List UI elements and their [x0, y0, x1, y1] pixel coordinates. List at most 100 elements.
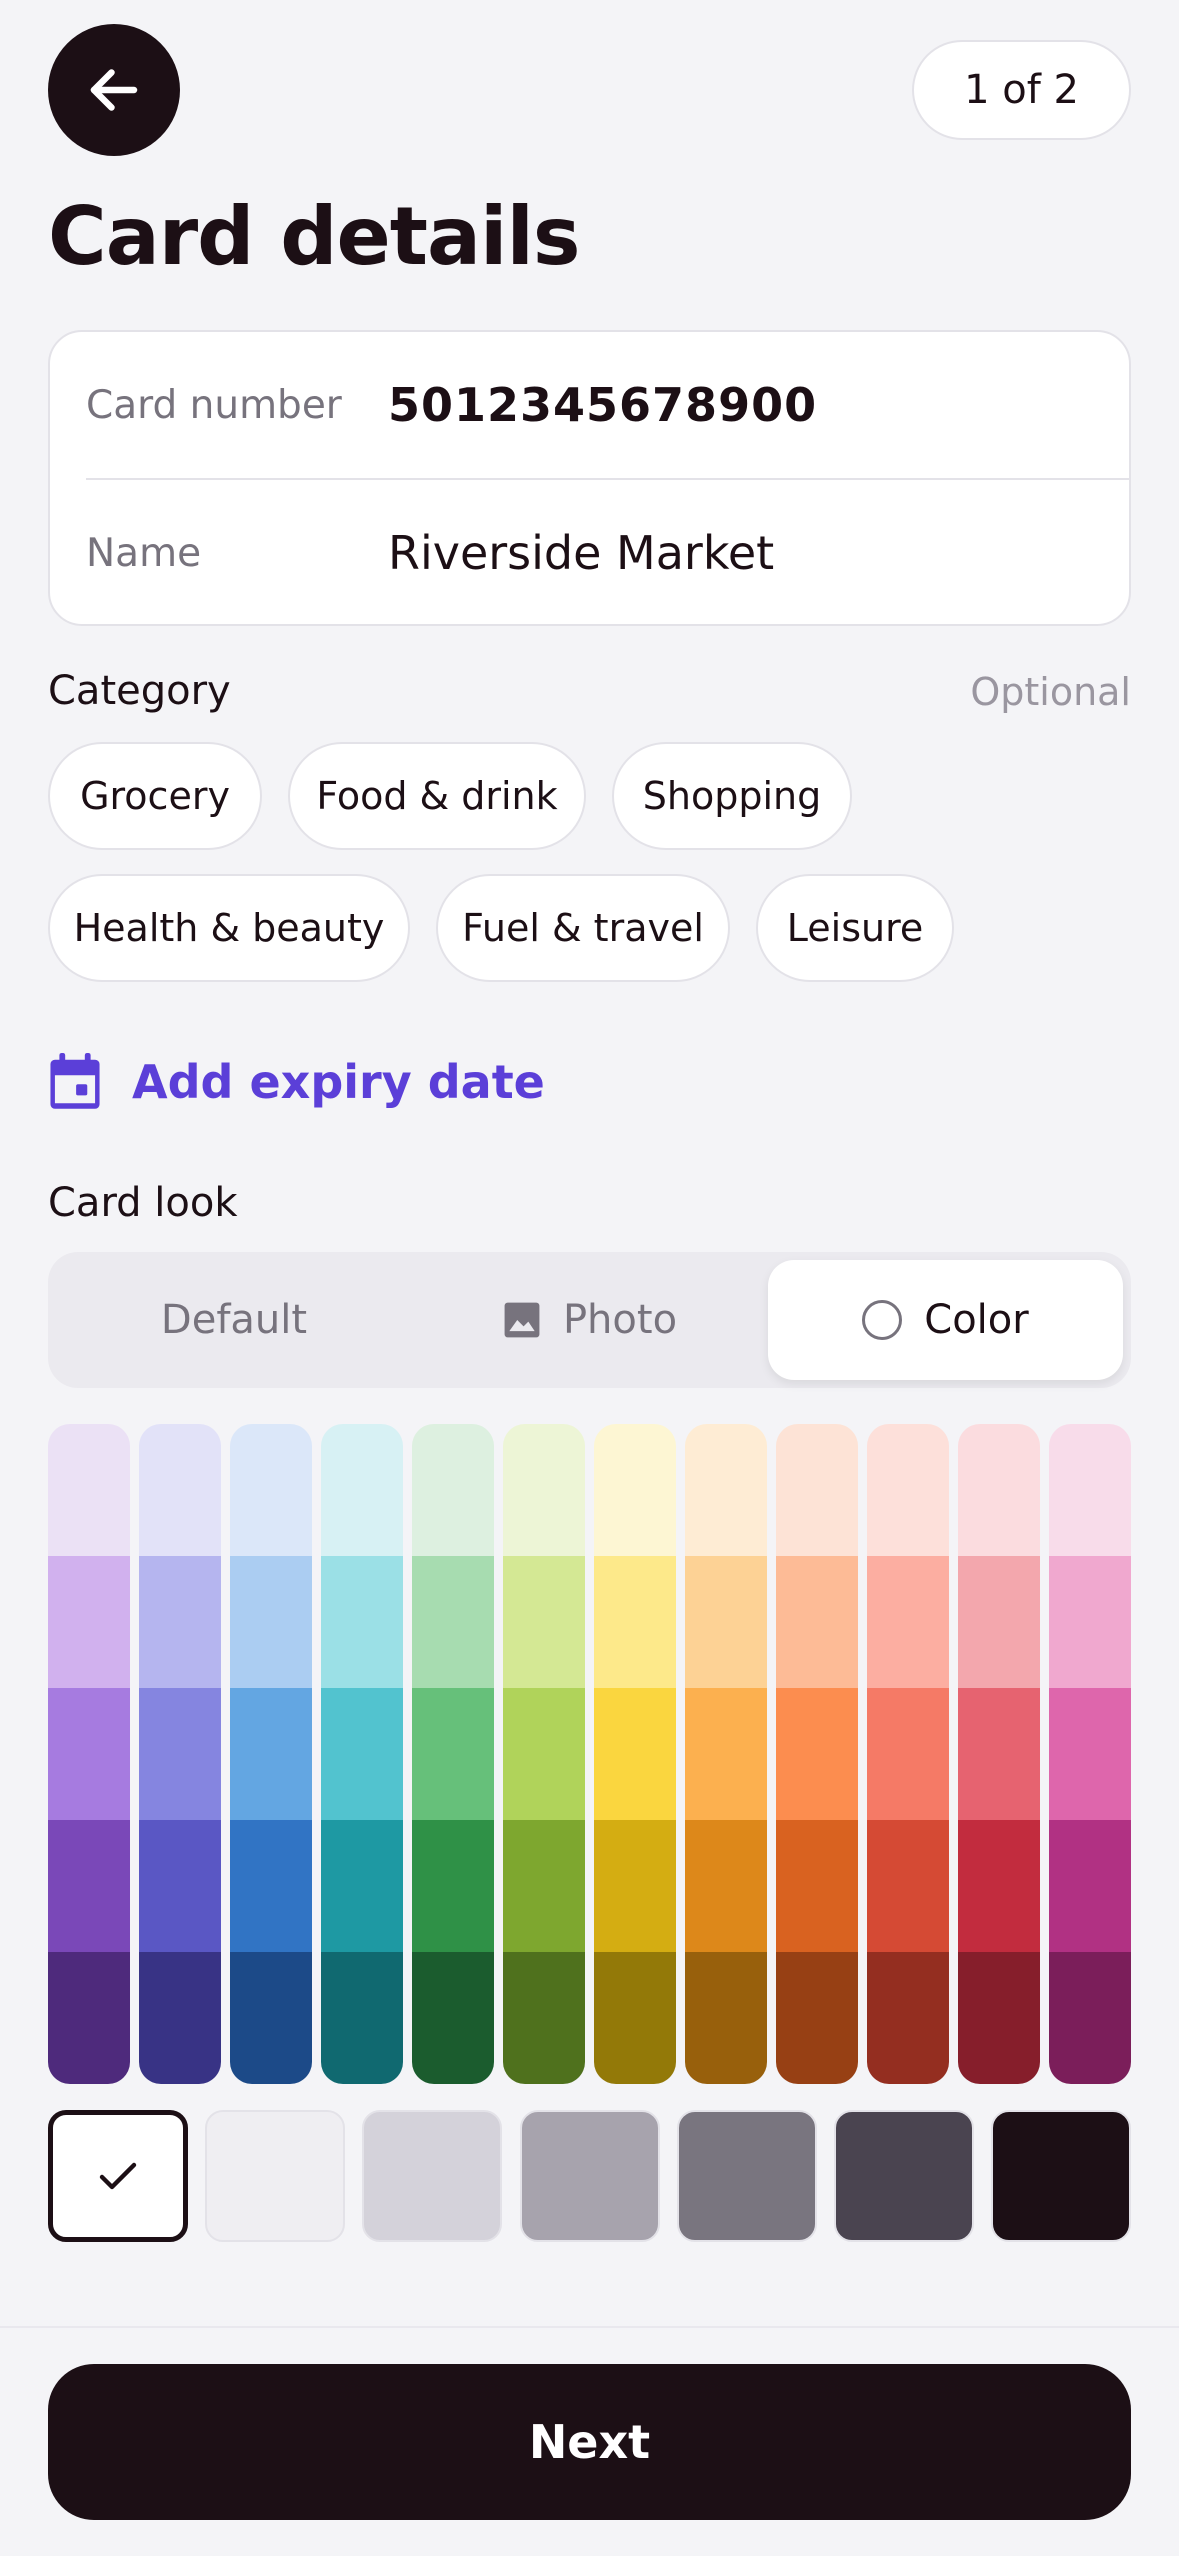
card-number-row[interactable]: Card number 5012345678900 — [50, 332, 1129, 478]
color-swatch[interactable] — [685, 1820, 767, 1952]
radio-icon — [862, 1300, 903, 1340]
color-swatch[interactable] — [230, 1820, 312, 1952]
back-button[interactable] — [48, 24, 180, 156]
color-swatch[interactable] — [594, 1424, 676, 1556]
color-swatch[interactable] — [503, 1820, 585, 1952]
color-swatch[interactable] — [321, 1820, 403, 1952]
color-swatch[interactable] — [776, 1820, 858, 1952]
color-swatch[interactable] — [685, 1556, 767, 1688]
color-swatch[interactable] — [1049, 1424, 1131, 1556]
color-swatch[interactable] — [48, 1556, 130, 1688]
color-swatch[interactable] — [776, 1952, 858, 2084]
step-indicator: 1 of 2 — [912, 40, 1131, 140]
color-swatch[interactable] — [139, 1820, 221, 1952]
color-swatch[interactable] — [1049, 1820, 1131, 1952]
color-swatch-column — [230, 1424, 312, 2084]
page-title: Card details — [48, 190, 580, 283]
color-swatch[interactable] — [867, 1424, 949, 1556]
color-swatch[interactable] — [503, 1556, 585, 1688]
color-swatch[interactable] — [958, 1688, 1040, 1820]
color-swatch[interactable] — [958, 1820, 1040, 1952]
neutral-swatch[interactable] — [833, 2110, 974, 2242]
color-swatch[interactable] — [139, 1688, 221, 1820]
category-chip-leisure[interactable]: Leisure — [756, 874, 954, 982]
color-swatch[interactable] — [1049, 1688, 1131, 1820]
color-swatch[interactable] — [412, 1952, 494, 2084]
neutral-swatch[interactable] — [48, 2110, 188, 2242]
category-chip-fuel-travel[interactable]: Fuel & travel — [436, 874, 730, 982]
color-swatch[interactable] — [321, 1688, 403, 1820]
color-swatch[interactable] — [48, 1952, 130, 2084]
color-swatch-column — [503, 1424, 585, 2084]
color-swatch[interactable] — [321, 1556, 403, 1688]
color-swatch[interactable] — [594, 1820, 676, 1952]
color-swatch[interactable] — [958, 1424, 1040, 1556]
arrow-left-icon — [90, 69, 138, 111]
name-input[interactable]: Riverside Market — [388, 526, 774, 580]
color-swatch[interactable] — [139, 1952, 221, 2084]
color-swatch[interactable] — [594, 1556, 676, 1688]
color-swatch[interactable] — [230, 1556, 312, 1688]
color-swatch[interactable] — [685, 1424, 767, 1556]
color-swatch-column — [1049, 1424, 1131, 2084]
color-swatch-column — [776, 1424, 858, 2084]
card-number-label: Card number — [86, 382, 342, 428]
color-swatch[interactable] — [412, 1688, 494, 1820]
color-swatch[interactable] — [867, 1688, 949, 1820]
color-swatch[interactable] — [867, 1820, 949, 1952]
color-swatch[interactable] — [321, 1424, 403, 1556]
category-chip-food-drink[interactable]: Food & drink — [288, 742, 586, 850]
neutral-swatch[interactable] — [519, 2110, 660, 2242]
add-expiry-date-button[interactable]: Add expiry date — [48, 1042, 545, 1122]
color-swatch[interactable] — [867, 1556, 949, 1688]
color-swatch[interactable] — [48, 1688, 130, 1820]
color-swatch[interactable] — [685, 1688, 767, 1820]
color-swatch[interactable] — [1049, 1556, 1131, 1688]
card-look-photo-label: Photo — [562, 1297, 678, 1343]
color-swatch[interactable] — [776, 1556, 858, 1688]
color-swatch[interactable] — [412, 1424, 494, 1556]
card-look-option-default[interactable]: Default — [56, 1260, 412, 1380]
color-swatch[interactable] — [321, 1952, 403, 2084]
color-swatch[interactable] — [958, 1556, 1040, 1688]
color-swatch[interactable] — [867, 1952, 949, 2084]
checkmark-icon — [99, 2162, 137, 2190]
card-look-option-photo[interactable]: Photo — [412, 1260, 768, 1380]
optional-label: Optional — [970, 670, 1131, 714]
color-swatch[interactable] — [776, 1424, 858, 1556]
category-chip-shopping[interactable]: Shopping — [612, 742, 852, 850]
color-swatch[interactable] — [139, 1556, 221, 1688]
neutral-swatch[interactable] — [676, 2110, 817, 2242]
next-button[interactable]: Next — [48, 2364, 1131, 2520]
color-swatch[interactable] — [412, 1820, 494, 1952]
neutral-palette — [48, 2110, 1131, 2242]
color-swatch[interactable] — [139, 1424, 221, 1556]
category-chip-health-beauty[interactable]: Health & beauty — [48, 874, 410, 982]
color-swatch[interactable] — [503, 1952, 585, 2084]
color-swatch-column — [48, 1424, 130, 2084]
color-swatch[interactable] — [958, 1952, 1040, 2084]
name-row[interactable]: Name Riverside Market — [50, 480, 1129, 626]
color-swatch[interactable] — [594, 1688, 676, 1820]
card-look-selector: Default Photo Color — [48, 1252, 1131, 1388]
color-swatch[interactable] — [1049, 1952, 1131, 2084]
card-look-option-color[interactable]: Color — [768, 1260, 1123, 1380]
card-details-form: Card number 5012345678900 Name Riverside… — [48, 330, 1131, 626]
neutral-swatch[interactable] — [205, 2110, 346, 2242]
color-swatch-column — [412, 1424, 494, 2084]
color-swatch[interactable] — [230, 1952, 312, 2084]
color-swatch[interactable] — [230, 1424, 312, 1556]
color-swatch[interactable] — [685, 1952, 767, 2084]
color-swatch[interactable] — [503, 1424, 585, 1556]
color-swatch[interactable] — [48, 1424, 130, 1556]
color-swatch[interactable] — [503, 1688, 585, 1820]
neutral-swatch[interactable] — [991, 2110, 1131, 2242]
color-swatch[interactable] — [230, 1688, 312, 1820]
color-swatch[interactable] — [594, 1952, 676, 2084]
category-chip-grocery[interactable]: Grocery — [48, 742, 262, 850]
neutral-swatch[interactable] — [362, 2110, 503, 2242]
card-number-input[interactable]: 5012345678900 — [388, 378, 817, 432]
color-swatch[interactable] — [48, 1820, 130, 1952]
color-swatch[interactable] — [412, 1556, 494, 1688]
color-swatch[interactable] — [776, 1688, 858, 1820]
